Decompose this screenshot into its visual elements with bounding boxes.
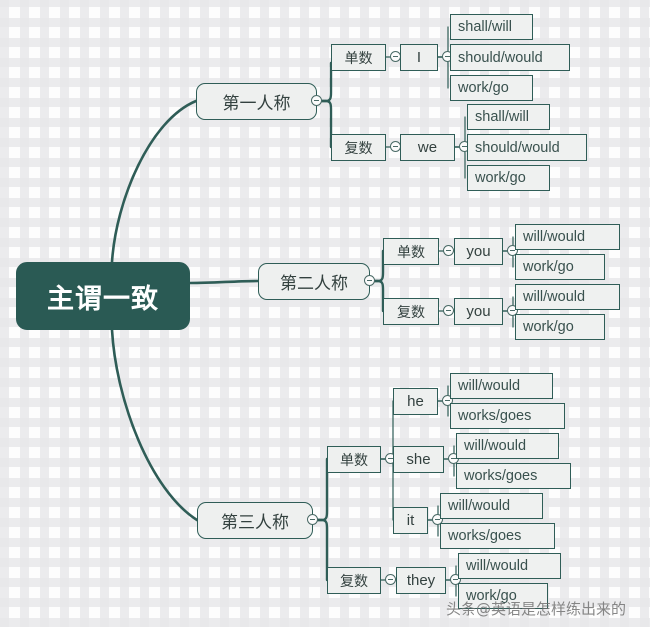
group-node-first-singular[interactable]: 单数	[331, 44, 386, 71]
form-node[interactable]: work/go	[450, 75, 533, 101]
group-label-second-plural: 复数	[397, 303, 425, 320]
branch-label-first-person: 第一人称	[222, 94, 291, 113]
form-label: works/goes	[448, 528, 522, 544]
pronoun-node-he[interactable]: he	[393, 388, 438, 415]
link-root-first	[110, 99, 198, 264]
form-node[interactable]: work/go	[515, 314, 605, 340]
pronoun-label-I: I	[416, 49, 422, 66]
toggle-third-plural[interactable]	[385, 574, 396, 585]
group-label-second-singular: 单数	[397, 243, 425, 260]
form-node[interactable]: should/would	[450, 44, 570, 71]
pronoun-label-you-singular: you	[466, 243, 491, 260]
link-s3-he	[380, 400, 394, 460]
branch-node-first-person[interactable]: 第一人称	[196, 83, 317, 120]
form-node[interactable]: shall/will	[467, 104, 550, 130]
pronoun-label-they: they	[406, 572, 436, 589]
link-root-second	[188, 279, 260, 285]
group-node-third-singular[interactable]: 单数	[327, 446, 381, 473]
group-label-third-plural: 复数	[340, 572, 368, 589]
form-label: will/would	[523, 289, 586, 305]
form-label: will/would	[448, 498, 511, 514]
form-label: will/would	[464, 438, 527, 454]
form-label: should/would	[458, 49, 543, 66]
form-label: shall/will	[458, 19, 512, 35]
pronoun-node-you-plural[interactable]: you	[454, 298, 503, 325]
pronoun-label-it: it	[406, 512, 415, 529]
toggle-second-person[interactable]	[364, 275, 375, 286]
form-node[interactable]: works/goes	[440, 523, 555, 549]
pronoun-node-I[interactable]: I	[400, 44, 438, 71]
watermark-text: 头条@英语是怎样练出来的	[446, 600, 627, 618]
form-node[interactable]: should/would	[467, 134, 587, 161]
pronoun-label-you-plural: you	[466, 303, 491, 320]
form-node[interactable]: will/would	[456, 433, 559, 459]
link-third-sing	[311, 457, 329, 522]
group-node-second-singular[interactable]: 单数	[383, 238, 439, 265]
branch-node-second-person[interactable]: 第二人称	[258, 263, 370, 300]
form-label: work/go	[475, 170, 526, 186]
pronoun-node-it[interactable]: it	[393, 507, 428, 534]
form-label: works/goes	[458, 408, 532, 424]
mindmap-canvas: 主谓一致 第一人称 单数 I shall/will should/would w…	[0, 0, 650, 627]
pronoun-label-we: we	[417, 139, 438, 156]
form-label: work/go	[458, 80, 509, 96]
form-label: will/would	[523, 229, 586, 245]
branch-label-second-person: 第二人称	[280, 274, 348, 293]
toggle-second-singular[interactable]	[443, 245, 454, 256]
toggle-second-plural[interactable]	[443, 305, 454, 316]
link-first-plur	[315, 99, 333, 149]
form-label: will/would	[458, 378, 521, 394]
form-node[interactable]: shall/will	[450, 14, 533, 40]
branch-label-third-person: 第三人称	[221, 513, 289, 532]
pronoun-node-we[interactable]: we	[400, 134, 455, 161]
form-node[interactable]: will/would	[515, 224, 620, 250]
form-node[interactable]: will/would	[515, 284, 620, 310]
pronoun-node-you-singular[interactable]: you	[454, 238, 503, 265]
link-third-plur	[311, 518, 329, 582]
group-node-first-plural[interactable]: 复数	[331, 134, 386, 161]
form-label: shall/will	[475, 109, 529, 125]
root-label: 主谓一致	[47, 283, 159, 314]
group-label-first-singular: 单数	[344, 49, 373, 66]
group-node-second-plural[interactable]: 复数	[383, 298, 439, 325]
form-node[interactable]: will/would	[450, 373, 553, 399]
link-second-plur	[368, 279, 385, 313]
root-node[interactable]: 主谓一致	[16, 262, 190, 330]
group-label-first-plural: 复数	[344, 139, 373, 156]
pronoun-label-he: he	[407, 393, 424, 410]
branch-node-third-person[interactable]: 第三人称	[197, 502, 313, 539]
form-label: work/go	[523, 259, 574, 275]
form-node[interactable]: works/goes	[450, 403, 565, 429]
form-node[interactable]: will/would	[458, 553, 561, 579]
toggle-first-person[interactable]	[311, 95, 322, 106]
form-node[interactable]: work/go	[467, 165, 550, 191]
form-label: should/would	[475, 139, 560, 156]
form-label: works/goes	[464, 468, 538, 484]
pronoun-label-she: she	[406, 451, 431, 468]
toggle-third-person[interactable]	[307, 514, 318, 525]
form-node[interactable]: works/goes	[456, 463, 571, 489]
pronoun-node-they[interactable]: they	[396, 567, 446, 594]
link-root-third	[110, 328, 199, 522]
group-label-third-singular: 单数	[340, 451, 368, 468]
group-node-third-plural[interactable]: 复数	[327, 567, 381, 594]
form-label: will/would	[466, 558, 529, 574]
form-node[interactable]: will/would	[440, 493, 543, 519]
link-s3-it	[380, 458, 394, 521]
pronoun-node-she[interactable]: she	[393, 446, 444, 473]
form-label: work/go	[523, 319, 574, 335]
form-node[interactable]: work/go	[515, 254, 605, 280]
